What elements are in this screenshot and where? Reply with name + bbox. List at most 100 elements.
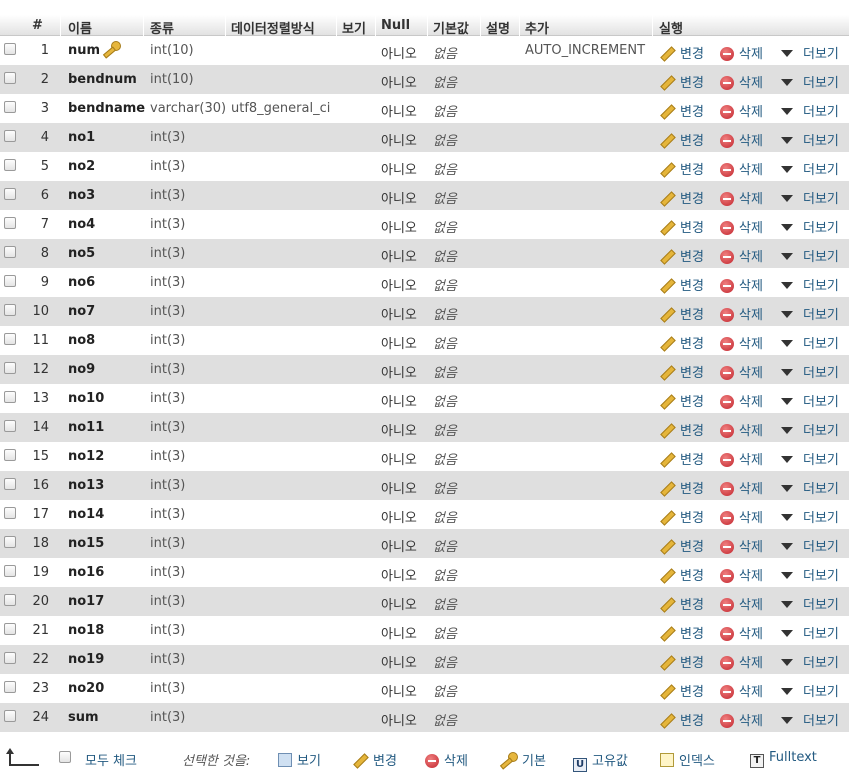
edit-link[interactable]: 변경 xyxy=(659,72,704,91)
more-dropdown[interactable]: 더보기 xyxy=(781,304,839,323)
edit-link[interactable]: 변경 xyxy=(659,246,704,265)
unique-button[interactable]: U 고유값 xyxy=(573,750,628,772)
edit-link[interactable]: 변경 xyxy=(659,681,704,700)
drop-button[interactable]: 삭제 xyxy=(425,750,468,769)
row-checkbox[interactable] xyxy=(4,710,16,722)
edit-link[interactable]: 변경 xyxy=(659,275,704,294)
delete-link[interactable]: 삭제 xyxy=(720,362,763,381)
row-checkbox[interactable] xyxy=(4,594,16,606)
header-extra[interactable]: 추가 xyxy=(525,18,549,37)
more-dropdown[interactable]: 더보기 xyxy=(781,594,839,613)
more-dropdown[interactable]: 더보기 xyxy=(781,333,839,352)
row-checkbox[interactable] xyxy=(4,43,16,55)
edit-link[interactable]: 변경 xyxy=(659,594,704,613)
edit-link[interactable]: 변경 xyxy=(659,507,704,526)
edit-link[interactable]: 변경 xyxy=(659,130,704,149)
edit-link[interactable]: 변경 xyxy=(659,188,704,207)
row-checkbox[interactable] xyxy=(4,478,16,490)
row-checkbox[interactable] xyxy=(4,362,16,374)
edit-link[interactable]: 변경 xyxy=(659,623,704,642)
delete-link[interactable]: 삭제 xyxy=(720,43,763,62)
more-dropdown[interactable]: 더보기 xyxy=(781,420,839,439)
edit-link[interactable]: 변경 xyxy=(659,362,704,381)
delete-link[interactable]: 삭제 xyxy=(720,536,763,555)
row-checkbox[interactable] xyxy=(4,565,16,577)
delete-link[interactable]: 삭제 xyxy=(720,217,763,236)
browse-button[interactable]: 보기 xyxy=(278,750,321,769)
index-button[interactable]: 인덱스 xyxy=(660,750,715,769)
edit-link[interactable]: 변경 xyxy=(659,159,704,178)
edit-link[interactable]: 변경 xyxy=(659,391,704,410)
row-checkbox[interactable] xyxy=(4,507,16,519)
row-checkbox[interactable] xyxy=(4,72,16,84)
edit-link[interactable]: 변경 xyxy=(659,420,704,439)
row-checkbox[interactable] xyxy=(4,420,16,432)
header-type[interactable]: 종류 xyxy=(150,18,174,37)
delete-link[interactable]: 삭제 xyxy=(720,594,763,613)
more-dropdown[interactable]: 더보기 xyxy=(781,710,839,729)
edit-link[interactable]: 변경 xyxy=(659,536,704,555)
more-dropdown[interactable]: 더보기 xyxy=(781,652,839,671)
row-checkbox[interactable] xyxy=(4,275,16,287)
header-collation[interactable]: 데이터정렬방식 xyxy=(231,18,315,37)
edit-link[interactable]: 변경 xyxy=(659,565,704,584)
delete-link[interactable]: 삭제 xyxy=(720,478,763,497)
more-dropdown[interactable]: 더보기 xyxy=(781,246,839,265)
more-dropdown[interactable]: 더보기 xyxy=(781,188,839,207)
more-dropdown[interactable]: 더보기 xyxy=(781,72,839,91)
edit-link[interactable]: 변경 xyxy=(659,710,704,729)
delete-link[interactable]: 삭제 xyxy=(720,101,763,120)
row-checkbox[interactable] xyxy=(4,449,16,461)
more-dropdown[interactable]: 더보기 xyxy=(781,362,839,381)
delete-link[interactable]: 삭제 xyxy=(720,565,763,584)
more-dropdown[interactable]: 더보기 xyxy=(781,565,839,584)
more-dropdown[interactable]: 더보기 xyxy=(781,43,839,62)
row-checkbox[interactable] xyxy=(4,188,16,200)
header-attributes[interactable]: 보기 xyxy=(342,18,366,37)
row-checkbox[interactable] xyxy=(4,130,16,142)
row-checkbox[interactable] xyxy=(4,217,16,229)
row-checkbox[interactable] xyxy=(4,333,16,345)
row-checkbox[interactable] xyxy=(4,391,16,403)
more-dropdown[interactable]: 더보기 xyxy=(781,478,839,497)
row-checkbox[interactable] xyxy=(4,652,16,664)
header-comment[interactable]: 설명 xyxy=(486,18,510,37)
delete-link[interactable]: 삭제 xyxy=(720,130,763,149)
check-all-checkbox[interactable] xyxy=(59,751,71,763)
header-default[interactable]: 기본값 xyxy=(433,18,469,37)
edit-link[interactable]: 변경 xyxy=(659,43,704,62)
delete-link[interactable]: 삭제 xyxy=(720,246,763,265)
header-null[interactable]: Null xyxy=(381,18,410,33)
delete-link[interactable]: 삭제 xyxy=(720,72,763,91)
row-checkbox[interactable] xyxy=(4,536,16,548)
delete-link[interactable]: 삭제 xyxy=(720,652,763,671)
delete-link[interactable]: 삭제 xyxy=(720,188,763,207)
more-dropdown[interactable]: 더보기 xyxy=(781,507,839,526)
more-dropdown[interactable]: 더보기 xyxy=(781,681,839,700)
delete-link[interactable]: 삭제 xyxy=(720,681,763,700)
edit-link[interactable]: 변경 xyxy=(659,333,704,352)
edit-link[interactable]: 변경 xyxy=(659,304,704,323)
delete-link[interactable]: 삭제 xyxy=(720,710,763,729)
row-checkbox[interactable] xyxy=(4,101,16,113)
more-dropdown[interactable]: 더보기 xyxy=(781,159,839,178)
more-dropdown[interactable]: 더보기 xyxy=(781,391,839,410)
delete-link[interactable]: 삭제 xyxy=(720,159,763,178)
delete-link[interactable]: 삭제 xyxy=(720,507,763,526)
more-dropdown[interactable]: 더보기 xyxy=(781,217,839,236)
delete-link[interactable]: 삭제 xyxy=(720,275,763,294)
fulltext-button[interactable]: T Fulltext xyxy=(750,750,817,768)
header-name[interactable]: 이름 xyxy=(68,18,92,37)
more-dropdown[interactable]: 더보기 xyxy=(781,623,839,642)
check-all-link[interactable]: 모두 체크 xyxy=(85,750,137,769)
delete-link[interactable]: 삭제 xyxy=(720,623,763,642)
edit-link[interactable]: 변경 xyxy=(659,449,704,468)
more-dropdown[interactable]: 더보기 xyxy=(781,275,839,294)
more-dropdown[interactable]: 더보기 xyxy=(781,101,839,120)
change-button[interactable]: 변경 xyxy=(352,750,397,769)
delete-link[interactable]: 삭제 xyxy=(720,304,763,323)
delete-link[interactable]: 삭제 xyxy=(720,420,763,439)
row-checkbox[interactable] xyxy=(4,246,16,258)
edit-link[interactable]: 변경 xyxy=(659,652,704,671)
row-checkbox[interactable] xyxy=(4,681,16,693)
